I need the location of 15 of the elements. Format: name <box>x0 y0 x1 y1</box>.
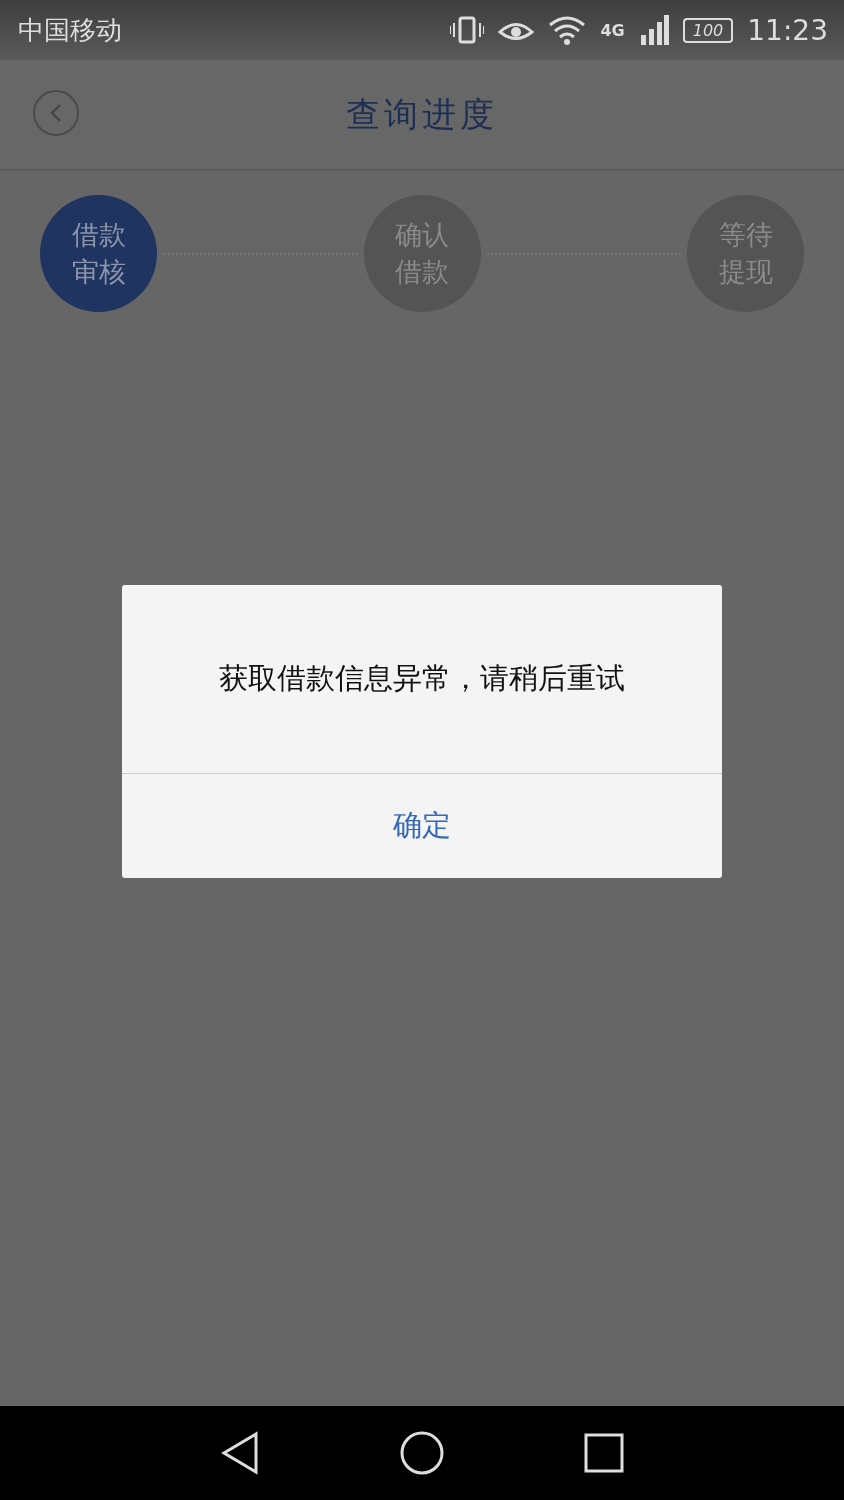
clock-time: 11:23 <box>747 13 828 47</box>
dialog-message: 获取借款信息异常，请稍后重试 <box>219 660 625 697</box>
chevron-left-icon <box>49 103 63 123</box>
wifi-icon <box>548 15 587 45</box>
recents-square-icon[interactable] <box>584 1433 625 1473</box>
back-triangle-icon[interactable] <box>219 1431 260 1475</box>
network-type: 4G <box>600 20 625 40</box>
carrier-name: 中国移动 <box>18 13 123 47</box>
signal-icon <box>638 15 669 45</box>
step-label: 借款审核 <box>70 218 127 289</box>
vibrate-icon <box>450 15 485 45</box>
confirm-button[interactable]: 确定 <box>122 774 722 878</box>
battery-level: 100 <box>682 17 734 43</box>
home-circle-icon[interactable] <box>399 1430 445 1476</box>
page-title: 查询进度 <box>346 92 498 136</box>
